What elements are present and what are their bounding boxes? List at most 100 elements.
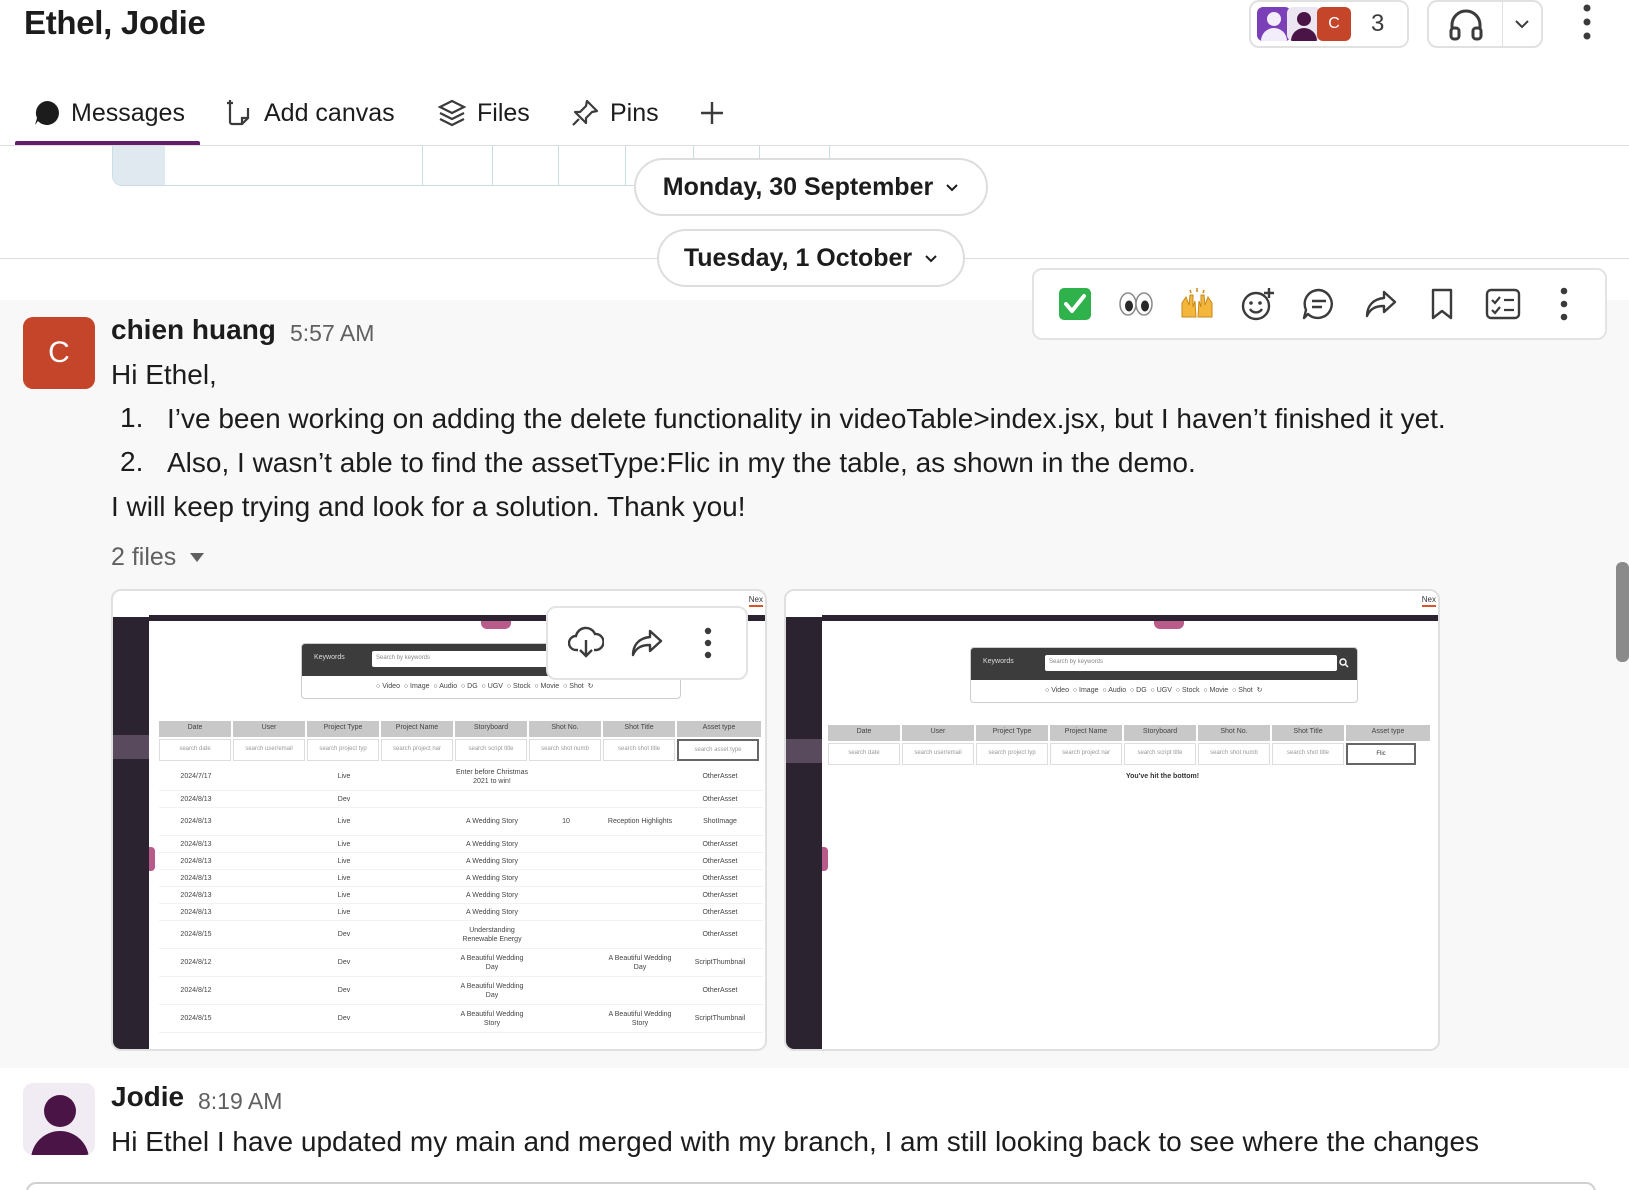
member-avatar: C [1317,7,1351,41]
keywords-dropdown: Keywords [983,658,1014,665]
tab-files[interactable]: Files [437,92,530,134]
table-row: 2024/7/17 Live Enter before Christmas 2021… [159,763,763,791]
files-stack-icon [437,99,467,127]
download-button[interactable] [561,618,611,668]
sender-name[interactable]: Jodie [111,1081,184,1113]
search-input: Search by keywords [1045,655,1337,671]
table-cell: A Beautiful Wedding Day [608,954,672,971]
sender-name[interactable]: chien huang [111,314,276,346]
message-text: Hi Ethel I have updated my main and merg… [111,1126,1480,1157]
table-cell: OtherAsset [702,891,738,899]
message-composer[interactable] [26,1182,1596,1190]
date-divider-monday[interactable]: Monday, 30 September [634,158,988,216]
share-file-button[interactable] [622,618,672,668]
table-row: 2024/8/13 Live A Wedding Story OtherAsset [159,853,763,870]
message-text: Hi Ethel, [111,359,217,390]
thread-icon [1303,288,1334,320]
date-divider-tuesday[interactable]: Tuesday, 1 October [657,229,965,287]
channel-tabs: Messages Add canvas Files Pins [0,80,1629,146]
message-list-item: I’ve been working on adding the delete f… [167,403,1446,434]
tab-label: Add canvas [264,98,395,127]
message-timestamp[interactable]: 5:57 AM [290,320,374,347]
table-row: 2024/8/13 Live A Wedding Story OtherAsset [159,904,763,921]
table-cell: A Beautiful Wedding Story [608,1010,672,1027]
table-cell: A Wedding Story [465,857,518,865]
headphones-icon [1449,9,1482,41]
react-eyes-button[interactable] [1112,280,1160,328]
reply-in-thread-button[interactable] [1295,280,1343,328]
table-cell: 2024/8/13 [180,874,212,882]
save-for-later-button[interactable] [1418,280,1466,328]
create-task-button[interactable] [1479,280,1527,328]
tab-label: Files [477,98,530,127]
avatar[interactable] [23,1083,95,1155]
table-row: 2024/8/13 Live A Wedding Story 10 Reception … [159,808,763,836]
end-of-list-message: You've hit the bottom! [1126,773,1200,780]
table-cell [233,921,307,948]
huddle-button[interactable] [1429,2,1503,46]
huddle-options-button[interactable] [1503,19,1541,29]
chevron-down-icon [946,183,958,191]
table-cell [381,808,455,835]
member-avatar [1287,7,1321,41]
table-cell: Enter before Christmas 2021 to win! [456,768,528,785]
vertical-dots-icon [1583,4,1591,40]
tab-messages[interactable]: Messages [33,92,185,134]
more-actions-button[interactable] [1540,280,1588,328]
tab-add-canvas[interactable]: Add canvas [224,92,395,134]
table-cell: 2024/7/17 [180,773,212,780]
table-cell: 2024/8/12 [180,959,212,966]
channel-more-button[interactable] [1574,2,1600,42]
table-cell [603,870,677,886]
image-attachment[interactable]: Nex Keywords Search by keywords ○ Video … [784,589,1440,1051]
add-reaction-button[interactable] [1234,280,1282,328]
table-cell: A Beautiful Wedding Day [460,982,524,999]
react-raised-hands-button[interactable] [1173,280,1221,328]
channel-title[interactable]: Ethel, Jodie [24,4,206,42]
vertical-dots-icon [704,627,711,659]
table-cell: 2024/8/13 [180,818,212,825]
table-cell [381,870,455,886]
table-cell [603,791,677,807]
plus-icon [701,102,723,124]
table-cell: A Beautiful Wedding Day [460,954,524,971]
checkmark-emoji-icon [1058,288,1091,320]
table-cell: 2024/8/13 [180,891,212,899]
table-cell [529,887,603,903]
table-cell: A Wedding Story [465,908,518,916]
table-cell: OtherAsset [702,857,738,865]
forward-message-button[interactable] [1357,280,1405,328]
table-row: 2024/8/13 Live A Wedding Story OtherAsset [159,836,763,853]
table-cell: OtherAsset [702,931,738,938]
raised-hands-emoji-icon [1181,288,1213,318]
table-body: 2024/7/17 Live Enter before Christmas 2021… [159,763,763,1033]
avatar[interactable]: C [23,317,95,389]
table-cell: 2024/8/13 [180,857,212,865]
scrollbar-thumb[interactable] [1616,562,1629,662]
react-checkmark-button[interactable] [1051,280,1099,328]
files-toggle[interactable]: 2 files [111,543,205,572]
table-cell: Live [337,773,351,780]
table-cell: 2024/8/12 [180,987,212,994]
message-timestamp[interactable]: 8:19 AM [198,1088,282,1115]
table-cell [233,763,307,790]
table-cell: 10 [562,818,570,825]
table-cell [381,836,455,852]
media-filter-options: ○ Video ○ Image ○ Audio ○ DG ○ UGV ○ Sto… [1045,687,1263,694]
message-bubble-icon [35,101,59,125]
forward-icon [1365,290,1396,318]
table-cell: ScriptThumbnail [694,959,746,966]
files-count-label: 2 files [111,543,177,571]
file-more-button[interactable] [683,618,733,668]
table-cell [603,904,677,920]
table-cell [455,791,529,807]
table-cell: Live [337,891,351,899]
add-tab-button[interactable] [698,92,736,134]
date-label: Tuesday, 1 October [683,243,913,272]
table-cell [603,853,677,869]
tab-pins[interactable]: Pins [570,92,659,134]
table-cell [381,1005,455,1032]
date-label: Monday, 30 September [662,172,934,201]
table-cell [233,808,307,835]
members-button[interactable]: C 3 [1249,0,1409,48]
